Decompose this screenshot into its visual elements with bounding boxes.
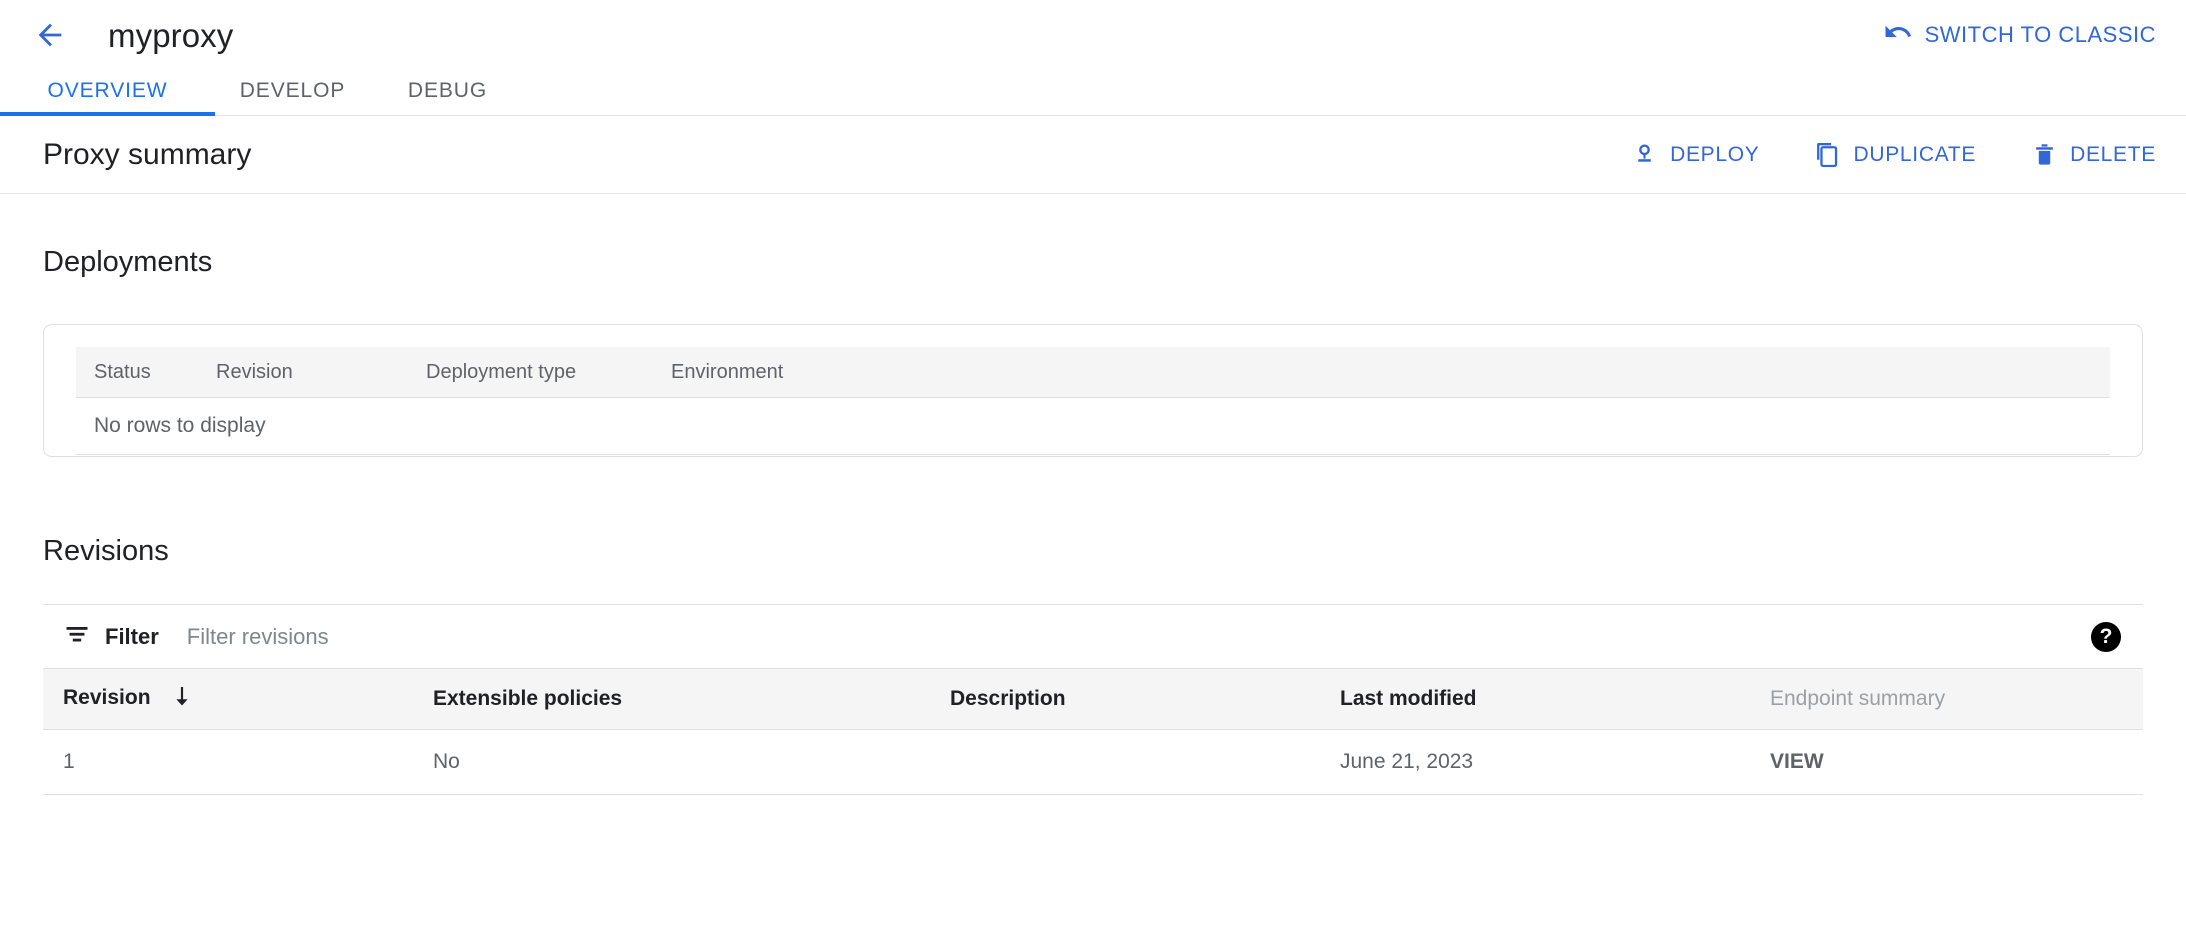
main-content: Deployments Status Revision Deployment t… xyxy=(0,246,2186,795)
revisions-col-endpoint-summary[interactable]: Endpoint summary xyxy=(1770,669,2143,730)
revisions-table-header-row: Revision Extensible policies Description… xyxy=(43,669,2143,730)
revisions-col-description[interactable]: Description xyxy=(950,669,1340,730)
revisions-col-last-modified[interactable]: Last modified xyxy=(1340,669,1770,730)
tab-bar: OVERVIEW DEVELOP DEBUG xyxy=(0,70,2186,116)
filter-button-label: Filter xyxy=(105,624,159,650)
deployments-card: Status Revision Deployment type Environm… xyxy=(43,324,2143,457)
revisions-table: Revision Extensible policies Description… xyxy=(43,668,2143,795)
deployments-card-inner: Status Revision Deployment type Environm… xyxy=(44,325,2142,455)
deployments-table-header-row: Status Revision Deployment type Environm… xyxy=(76,347,2110,398)
deployments-heading: Deployments xyxy=(43,246,2143,279)
cell-last-modified: June 21, 2023 xyxy=(1340,730,1770,795)
sort-descending-icon xyxy=(170,684,194,714)
duplicate-button[interactable]: DUPLICATE xyxy=(1815,142,1976,167)
switch-to-classic-button[interactable]: SWITCH TO CLASSIC xyxy=(1883,17,2156,53)
proxy-summary-bar: Proxy summary DEPLOY DUPLICATE xyxy=(0,116,2186,194)
deployments-col-deployment-type[interactable]: Deployment type xyxy=(426,347,671,398)
help-icon[interactable]: ? xyxy=(2091,622,2121,652)
filter-revisions-input[interactable] xyxy=(185,623,785,651)
top-bar-actions: SWITCH TO CLASSIC xyxy=(1883,17,2156,53)
copy-icon xyxy=(1815,142,1840,167)
deployments-col-status[interactable]: Status xyxy=(76,347,216,398)
deployments-col-environment[interactable]: Environment xyxy=(671,347,2110,398)
filter-button[interactable]: Filter xyxy=(63,620,159,653)
top-bar: myproxy SWITCH TO CLASSIC xyxy=(0,0,2186,70)
arrow-back-icon xyxy=(33,18,67,52)
delete-label: DELETE xyxy=(2070,143,2156,167)
revisions-heading: Revisions xyxy=(43,535,2143,568)
tab-overview[interactable]: OVERVIEW xyxy=(0,79,215,115)
cell-description xyxy=(950,730,1340,795)
deployments-empty-row: No rows to display xyxy=(76,398,2110,455)
deploy-button[interactable]: DEPLOY xyxy=(1632,142,1759,167)
undo-arrow-icon xyxy=(1883,17,1913,53)
delete-button[interactable]: DELETE xyxy=(2032,142,2156,167)
page-title: myproxy xyxy=(108,19,233,52)
table-row[interactable]: 1 No June 21, 2023 VIEW xyxy=(43,730,2143,795)
duplicate-label: DUPLICATE xyxy=(1853,143,1976,167)
deployments-empty-message: No rows to display xyxy=(76,398,2110,455)
proxy-summary-actions: DEPLOY DUPLICATE DELETE xyxy=(1632,142,2156,167)
revisions-col-revision-label: Revision xyxy=(63,686,151,709)
filter-list-icon xyxy=(63,620,91,653)
tab-develop[interactable]: DEVELOP xyxy=(215,79,370,115)
revisions-col-revision[interactable]: Revision xyxy=(43,669,433,730)
cell-extensible-policies: No xyxy=(433,730,950,795)
publish-pin-icon xyxy=(1632,142,1657,167)
cell-revision: 1 xyxy=(43,730,433,795)
back-button[interactable] xyxy=(26,11,74,59)
switch-to-classic-label: SWITCH TO CLASSIC xyxy=(1925,22,2156,48)
deployments-col-revision[interactable]: Revision xyxy=(216,347,426,398)
deployments-table: Status Revision Deployment type Environm… xyxy=(76,347,2110,455)
tab-debug[interactable]: DEBUG xyxy=(370,79,525,115)
revisions-filter-bar: Filter ? xyxy=(43,604,2143,668)
revisions-col-extensible-policies[interactable]: Extensible policies xyxy=(433,669,950,730)
deploy-label: DEPLOY xyxy=(1670,143,1759,167)
cell-endpoint-summary-view-link[interactable]: VIEW xyxy=(1770,730,2143,795)
proxy-summary-title: Proxy summary xyxy=(43,138,251,172)
trash-icon xyxy=(2032,142,2057,167)
